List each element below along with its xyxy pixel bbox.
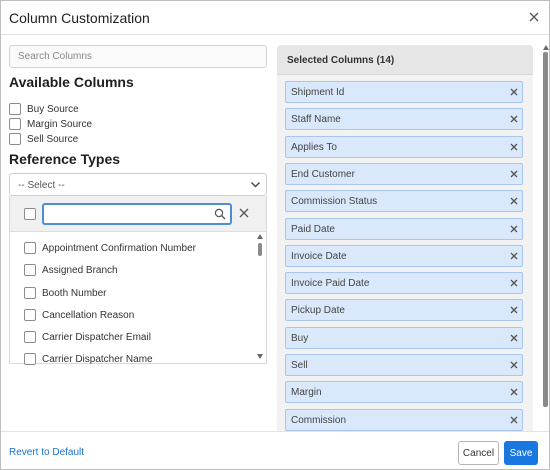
available-column-label: Sell Source	[27, 133, 79, 145]
selected-columns-panel: Selected Columns (14) Shipment Id Staff N…	[277, 45, 533, 431]
selected-column-chip[interactable]: Invoice Date	[285, 244, 523, 267]
selected-column-label: Invoice Paid Date	[291, 278, 370, 290]
selected-column-label: Applies To	[291, 141, 337, 153]
modal-header: Column Customization	[1, 1, 549, 35]
selected-column-chip[interactable]: End Customer	[285, 162, 523, 185]
reference-option[interactable]: Booth Number	[24, 286, 106, 300]
reference-option-label: Carrier Dispatcher Email	[42, 331, 151, 343]
clear-icon[interactable]	[238, 207, 250, 219]
search-columns-input[interactable]	[9, 45, 267, 68]
selected-column-label: Commission Status	[291, 196, 378, 208]
selected-columns-header: Selected Columns (14)	[277, 45, 533, 75]
checkbox[interactable]	[24, 287, 36, 299]
selected-column-chip[interactable]: Commission	[285, 408, 523, 431]
selected-column-chip[interactable]: Staff Name	[285, 108, 523, 131]
select-value: -- Select --	[18, 180, 65, 191]
modal-scrollbar[interactable]	[542, 45, 549, 431]
reference-option[interactable]: Appointment Confirmation Number	[24, 241, 196, 255]
selected-column-chip[interactable]: Invoice Paid Date	[285, 272, 523, 295]
modal-title: Column Customization	[9, 10, 150, 26]
available-columns-heading: Available Columns	[9, 74, 134, 90]
close-icon[interactable]	[525, 8, 543, 26]
selected-column-chip[interactable]: Pickup Date	[285, 299, 523, 322]
selected-column-label: Sell	[291, 360, 308, 371]
selected-column-chip[interactable]: Commission Status	[285, 190, 523, 213]
modal-footer: Revert to Default Cancel Save	[1, 431, 549, 469]
column-customization-modal: Column Customization Available Columns B…	[0, 0, 550, 470]
selected-column-label: Shipment Id	[291, 87, 345, 98]
selected-column-label: Pickup Date	[291, 305, 345, 317]
checkbox[interactable]	[24, 331, 36, 343]
selected-column-chip[interactable]: Applies To	[285, 135, 523, 158]
remove-column-icon[interactable]	[509, 142, 519, 152]
selected-column-chip[interactable]: Shipment Id	[285, 81, 523, 103]
remove-column-icon[interactable]	[509, 387, 519, 397]
selected-column-label: Invoice Date	[291, 250, 347, 262]
scrollbar-thumb[interactable]	[543, 52, 548, 407]
remove-column-icon[interactable]	[509, 114, 519, 124]
save-button[interactable]: Save	[504, 441, 538, 465]
remove-column-icon[interactable]	[509, 87, 519, 97]
available-column-label: Margin Source	[27, 118, 93, 130]
checkbox[interactable]	[24, 264, 36, 276]
scrollbar-thumb[interactable]	[258, 243, 262, 256]
remove-column-icon[interactable]	[509, 224, 519, 234]
available-column-item[interactable]: Buy Source	[9, 102, 79, 116]
scroll-up-arrow-icon[interactable]	[257, 234, 263, 239]
reference-option-label: Appointment Confirmation Number	[42, 242, 196, 254]
cancel-button[interactable]: Cancel	[458, 441, 499, 465]
remove-column-icon[interactable]	[509, 196, 519, 206]
dropdown-search-field[interactable]	[42, 203, 232, 225]
reference-option-label: Cancellation Reason	[42, 309, 135, 321]
selected-column-label: Staff Name	[291, 114, 341, 126]
reference-option[interactable]: Carrier Dispatcher Name	[24, 352, 153, 366]
remove-column-icon[interactable]	[509, 333, 519, 343]
reference-types-dropdown: Appointment Confirmation Number Assigned…	[9, 196, 267, 366]
selected-column-label: Paid Date	[291, 223, 335, 235]
checkbox[interactable]	[24, 242, 36, 254]
reference-option[interactable]: Cancellation Reason	[24, 308, 134, 322]
selected-columns-title: Selected Columns (14)	[287, 55, 395, 66]
selected-column-chip[interactable]: Margin	[285, 381, 523, 404]
remove-column-icon[interactable]	[509, 360, 519, 370]
checkbox[interactable]	[24, 309, 36, 321]
selected-column-label: Commission	[291, 414, 347, 426]
remove-column-icon[interactable]	[509, 305, 519, 315]
selected-column-chip[interactable]: Sell	[285, 354, 523, 376]
search-icon	[214, 208, 226, 220]
checkbox[interactable]	[9, 118, 21, 130]
checkbox[interactable]	[9, 133, 21, 145]
reference-option-label: Assigned Branch	[42, 264, 118, 276]
selected-column-label: Margin	[291, 387, 322, 399]
selected-column-label: End Customer	[291, 168, 355, 180]
selected-column-chip[interactable]: Paid Date	[285, 217, 523, 240]
selected-column-chip[interactable]: Buy	[285, 326, 523, 349]
available-column-item[interactable]: Margin Source	[9, 117, 92, 131]
dropdown-toolbar	[10, 196, 266, 232]
checkbox[interactable]	[9, 103, 21, 115]
scroll-down-arrow-icon[interactable]	[257, 354, 263, 359]
selected-column-label: Buy	[291, 332, 309, 344]
select-all-checkbox[interactable]	[24, 208, 36, 220]
remove-column-icon[interactable]	[509, 278, 519, 288]
reference-types-heading: Reference Types	[9, 151, 121, 167]
remove-column-icon[interactable]	[509, 415, 519, 425]
reference-option-label: Booth Number	[42, 287, 107, 299]
revert-to-default-link[interactable]: Revert to Default	[9, 447, 84, 458]
reference-option[interactable]: Carrier Dispatcher Email	[24, 330, 151, 344]
reference-option-label: Carrier Dispatcher Name	[42, 353, 153, 365]
reference-option[interactable]: Assigned Branch	[24, 263, 118, 277]
remove-column-icon[interactable]	[509, 251, 519, 261]
dropdown-scrollbar[interactable]	[256, 234, 264, 360]
dropdown-search-input[interactable]	[48, 207, 208, 221]
available-column-label: Buy Source	[27, 103, 79, 115]
checkbox[interactable]	[24, 353, 36, 365]
available-column-item[interactable]: Sell Source	[9, 132, 78, 146]
remove-column-icon[interactable]	[509, 169, 519, 179]
reference-types-select[interactable]: -- Select --	[9, 173, 267, 196]
scroll-up-arrow-icon[interactable]	[543, 45, 549, 50]
chevron-down-icon	[251, 182, 260, 188]
